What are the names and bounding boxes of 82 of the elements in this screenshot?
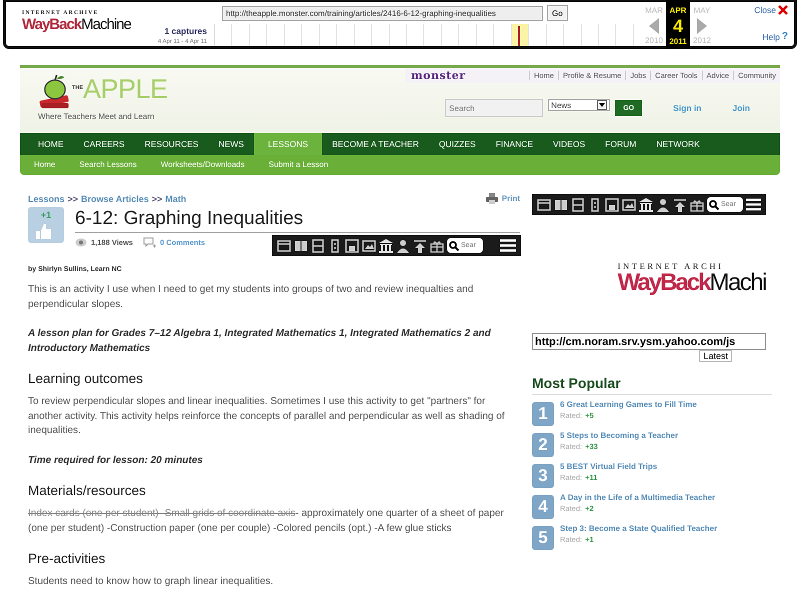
section-heading: Materials/resources bbox=[28, 483, 147, 498]
logo-word: WayBack bbox=[618, 271, 710, 295]
latest-button[interactable]: Latest bbox=[699, 350, 732, 362]
category-dropdown[interactable]: News bbox=[548, 99, 610, 111]
comment-icon bbox=[142, 237, 156, 248]
nav-tab[interactable]: QUIZZES bbox=[428, 133, 486, 155]
logo-word: APPLE bbox=[83, 74, 168, 104]
help-link[interactable]: Help bbox=[762, 32, 780, 42]
url-field[interactable]: http://cm.noram.srv.ysm.yahoo.com/js bbox=[532, 333, 766, 350]
nav-tab[interactable]: VIDEOS bbox=[543, 133, 596, 155]
breadcrumb-link[interactable]: Math bbox=[165, 194, 186, 204]
rank-number: 2 bbox=[532, 433, 554, 457]
go-button[interactable]: Go bbox=[547, 5, 568, 21]
menu-icon[interactable] bbox=[500, 239, 516, 252]
article-link[interactable]: 6 Great Learning Games to Fill Time bbox=[560, 400, 697, 409]
breadcrumb-link[interactable]: Browse Articles bbox=[81, 194, 149, 204]
calendar-month[interactable]: APR 4 2011 bbox=[666, 0, 690, 49]
url-field[interactable]: http://theapple.monster.com/training/articles/2416-6-12-graphing-inequalities bbox=[222, 6, 543, 20]
section-heading: Most Popular bbox=[532, 375, 772, 395]
help-icon[interactable]: ? bbox=[782, 31, 788, 42]
section-heading: Learning outcomes bbox=[28, 371, 144, 386]
logo-word: Machi bbox=[709, 271, 766, 295]
nav-tab[interactable]: HOME bbox=[28, 133, 74, 155]
menu-icon[interactable] bbox=[746, 198, 761, 211]
paragraph: To review perpendicular slopes and linear inequalities. Sometimes I use this activity to get "partners" for another activity. This activity helps reinforce the concepts of parallel and perpendicular as well as shading of inequalities. bbox=[28, 395, 506, 438]
book-icon[interactable] bbox=[294, 238, 308, 252]
film-icon[interactable] bbox=[311, 238, 325, 252]
article-link[interactable]: Step 3: Become a State Qualified Teacher bbox=[560, 524, 718, 533]
breadcrumb-separator: >> bbox=[152, 194, 162, 204]
person-icon[interactable] bbox=[656, 198, 670, 212]
person-icon[interactable] bbox=[396, 238, 410, 252]
upload-icon[interactable] bbox=[673, 198, 687, 212]
paragraph: Students need to know how to graph linear inequalities. bbox=[28, 575, 274, 589]
film-icon[interactable] bbox=[571, 198, 585, 212]
nav-tab[interactable]: BECOME A TEACHER bbox=[322, 133, 429, 155]
article-title: 6-12: Graphing Inequalities bbox=[75, 207, 520, 233]
breadcrumb-link[interactable]: Lessons bbox=[28, 194, 65, 204]
nav-tab[interactable]: NETWORK bbox=[646, 133, 710, 155]
nav-tab[interactable]: FINANCE bbox=[486, 133, 544, 155]
paragraph: A lesson plan for Grades 7–12 Algebra 1, Integrated Mathematics 1, Integrated Mathematics 2 and Introductory Mathematics bbox=[28, 327, 492, 356]
article-link[interactable]: A Day in the Life of a Multimedia Teacher bbox=[560, 493, 716, 502]
tagline: Where Teachers Meet and Learn bbox=[38, 112, 156, 121]
nav-tab[interactable]: FORUM bbox=[595, 133, 646, 155]
paragraph: Time required for lesson: 20 minutes bbox=[28, 454, 204, 468]
rank-number: 3 bbox=[532, 464, 554, 488]
article-link[interactable]: 5 Steps to Becoming a Teacher bbox=[560, 431, 678, 440]
book-icon[interactable] bbox=[554, 198, 568, 212]
paragraph: This is an activity I use when I need to get my students into groups of two and review inequalties and perpendicular slopes. bbox=[28, 283, 474, 312]
upload-icon[interactable] bbox=[413, 238, 427, 252]
printer-icon bbox=[486, 193, 498, 204]
nav-tab[interactable]: RESOURCES bbox=[134, 133, 208, 155]
search-icon[interactable] bbox=[449, 241, 459, 251]
breadcrumb-separator: >> bbox=[68, 194, 78, 204]
nav-tab[interactable]: NEWS bbox=[208, 133, 254, 155]
section-heading: Pre-activities bbox=[28, 551, 106, 566]
rank-number: 4 bbox=[532, 495, 554, 519]
close-icon[interactable] bbox=[778, 5, 788, 15]
logo-word: WayBack bbox=[22, 17, 82, 32]
paragraph: Index cards (one per student) -Small grids of coordinate axis- approximately one quarter of a sheet of paper (one per student) -Construction paper (one per couple) -Colored pencils (opt.) -A few glue sticks bbox=[28, 507, 505, 536]
window-icon[interactable] bbox=[537, 198, 551, 212]
brand-logo: monster bbox=[410, 69, 466, 82]
gift-icon[interactable] bbox=[690, 198, 704, 212]
image-icon[interactable] bbox=[362, 238, 376, 252]
nav-tab[interactable]: CAREERS bbox=[74, 133, 135, 155]
eye-icon bbox=[75, 238, 87, 247]
logo-word: Machine bbox=[81, 17, 131, 32]
window-icon[interactable] bbox=[277, 238, 291, 252]
search-icon[interactable] bbox=[709, 200, 719, 210]
building-icon[interactable] bbox=[639, 198, 653, 212]
image-icon[interactable] bbox=[622, 198, 636, 212]
close-link[interactable]: Close bbox=[754, 5, 776, 15]
logo-caption: INTERNET ARCHI bbox=[618, 261, 725, 271]
search-field[interactable]: Search bbox=[445, 99, 544, 117]
gift-icon[interactable] bbox=[430, 238, 444, 252]
dropdown-arrow-icon[interactable] bbox=[597, 100, 608, 110]
building-icon[interactable] bbox=[379, 238, 393, 252]
rank-number: 5 bbox=[532, 526, 554, 550]
vote-count: +1 bbox=[40, 210, 52, 220]
calendar-day: 4 bbox=[672, 16, 683, 36]
rank-number: 1 bbox=[532, 402, 554, 426]
article-link[interactable]: 5 BEST Virtual Field Trips bbox=[560, 462, 658, 471]
captures-link[interactable]: 1 captures bbox=[164, 26, 207, 36]
